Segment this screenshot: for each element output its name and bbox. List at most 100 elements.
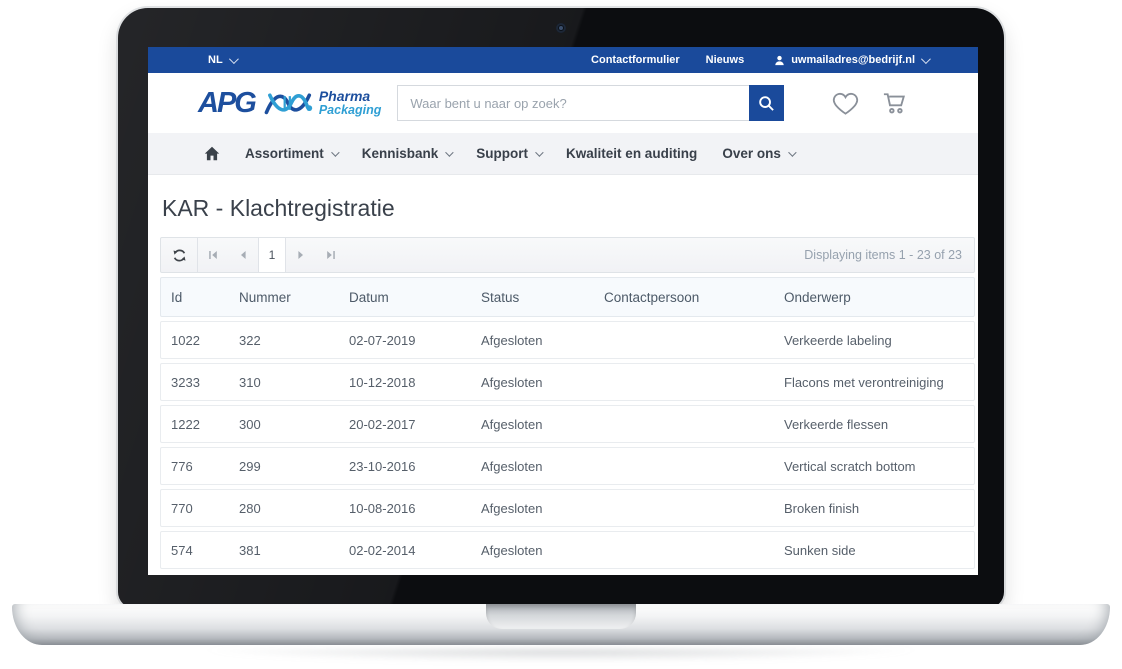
prev-page-button[interactable] xyxy=(228,238,258,272)
cell-status: Afgesloten xyxy=(481,459,604,474)
column-header-id[interactable]: Id xyxy=(171,290,239,305)
nav-item-kennisbank[interactable]: Kennisbank xyxy=(362,146,452,161)
nav-label: Assortiment xyxy=(245,146,324,161)
table-row[interactable]: 770 280 10-08-2016 Afgesloten Broken fin… xyxy=(160,489,975,527)
table-row[interactable]: 3233 310 10-12-2018 Afgesloten Flacons m… xyxy=(160,363,975,401)
cell-datum: 10-12-2018 xyxy=(349,375,481,390)
wishlist-button[interactable] xyxy=(832,91,859,116)
cell-id: 574 xyxy=(171,543,239,558)
chevron-down-icon xyxy=(921,54,931,64)
logo-line1: Pharma xyxy=(319,89,382,104)
search-icon xyxy=(758,95,775,112)
column-header-contactpersoon[interactable]: Contactpersoon xyxy=(604,290,784,305)
search-input[interactable] xyxy=(397,85,749,121)
page-number-input[interactable] xyxy=(260,248,284,262)
column-header-datum[interactable]: Datum xyxy=(349,290,481,305)
first-page-icon xyxy=(207,249,219,261)
cell-datum: 23-10-2016 xyxy=(349,459,481,474)
next-page-icon xyxy=(295,249,307,261)
chevron-down-icon xyxy=(229,54,239,64)
page-title: KAR - Klachtregistratie xyxy=(162,195,975,222)
table-row[interactable]: 1222 300 20-02-2017 Afgesloten Verkeerde… xyxy=(160,405,975,443)
page-number-box xyxy=(258,238,286,272)
cell-status: Afgesloten xyxy=(481,543,604,558)
home-icon xyxy=(204,146,220,161)
dna-logo-icon xyxy=(261,85,313,121)
cell-onderwerp: Vertical scratch bottom xyxy=(784,459,974,474)
refresh-icon xyxy=(172,248,187,263)
nav-label: Kwaliteit en auditing xyxy=(566,146,697,161)
column-header-nummer[interactable]: Nummer xyxy=(239,290,349,305)
cart-button[interactable] xyxy=(881,90,909,116)
account-menu[interactable]: uwmailadres@bedrijf.nl xyxy=(774,54,928,66)
chevron-down-icon xyxy=(535,148,543,156)
page-content: KAR - Klachtregistratie xyxy=(148,195,978,569)
table-row[interactable]: 1022 322 02-07-2019 Afgesloten Verkeerde… xyxy=(160,321,975,359)
cell-nummer: 381 xyxy=(239,543,349,558)
prev-page-icon xyxy=(237,249,249,261)
cell-datum: 20-02-2017 xyxy=(349,417,481,432)
search-button[interactable] xyxy=(749,85,784,121)
pager-status: Displaying items 1 - 23 of 23 xyxy=(804,248,974,262)
nav-label: Support xyxy=(476,146,528,161)
cell-status: Afgesloten xyxy=(481,417,604,432)
account-email: uwmailadres@bedrijf.nl xyxy=(791,54,915,66)
cell-status: Afgesloten xyxy=(481,333,604,348)
table-row[interactable]: 776 299 23-10-2016 Afgesloten Vertical s… xyxy=(160,447,975,485)
cell-status: Afgesloten xyxy=(481,375,604,390)
chevron-down-icon xyxy=(445,148,453,156)
last-page-button[interactable] xyxy=(316,238,346,272)
browser-viewport: NL Contactformulier Nieuws uwmailadres@b… xyxy=(148,47,978,575)
site-header: APG Pharma Packaging xyxy=(148,73,978,133)
cell-id: 770 xyxy=(171,501,239,516)
first-page-button[interactable] xyxy=(198,238,228,272)
cell-nummer: 322 xyxy=(239,333,349,348)
news-link[interactable]: Nieuws xyxy=(706,54,745,66)
refresh-button[interactable] xyxy=(161,238,197,272)
cell-datum: 02-02-2014 xyxy=(349,543,481,558)
cell-status: Afgesloten xyxy=(481,501,604,516)
nav-home[interactable] xyxy=(204,146,220,161)
cell-onderwerp: Verkeerde flessen xyxy=(784,417,974,432)
cell-datum: 10-08-2016 xyxy=(349,501,481,516)
cell-nummer: 280 xyxy=(239,501,349,516)
nav-item-assortiment[interactable]: Assortiment xyxy=(245,146,337,161)
site-search xyxy=(397,85,784,121)
cell-onderwerp: Verkeerde labeling xyxy=(784,333,974,348)
contact-form-link[interactable]: Contactformulier xyxy=(591,54,680,66)
logo-abbr: APG xyxy=(198,89,255,118)
cell-nummer: 300 xyxy=(239,417,349,432)
cell-id: 1022 xyxy=(171,333,239,348)
nav-item-support[interactable]: Support xyxy=(476,146,541,161)
webcam xyxy=(556,23,566,33)
nav-label: Kennisbank xyxy=(362,146,439,161)
next-page-button[interactable] xyxy=(286,238,316,272)
table-row[interactable]: 574 381 02-02-2014 Afgesloten Sunken sid… xyxy=(160,531,975,569)
cell-onderwerp: Broken finish xyxy=(784,501,974,516)
chevron-down-icon xyxy=(331,148,339,156)
nav-label: Over ons xyxy=(722,146,781,161)
nav-item-over-ons[interactable]: Over ons xyxy=(722,146,794,161)
table-header-row: Id Nummer Datum Status Contactpersoon On… xyxy=(160,277,975,317)
cell-id: 776 xyxy=(171,459,239,474)
nav-item-kwaliteit-en-auditing[interactable]: Kwaliteit en auditing xyxy=(566,146,697,161)
site-logo[interactable]: APG Pharma Packaging xyxy=(198,85,381,121)
laptop-mockup: NL Contactformulier Nieuws uwmailadres@b… xyxy=(0,0,1122,669)
laptop-lid-notch xyxy=(486,604,636,629)
cell-nummer: 310 xyxy=(239,375,349,390)
column-header-status[interactable]: Status xyxy=(481,290,604,305)
heart-icon xyxy=(832,91,859,116)
language-selector[interactable]: NL xyxy=(208,54,236,66)
language-label: NL xyxy=(208,54,223,66)
cell-nummer: 299 xyxy=(239,459,349,474)
column-header-onderwerp[interactable]: Onderwerp xyxy=(784,290,974,305)
laptop-reflection xyxy=(60,649,1062,667)
cell-id: 3233 xyxy=(171,375,239,390)
cell-datum: 02-07-2019 xyxy=(349,333,481,348)
logo-line2: Packaging xyxy=(319,104,382,117)
cart-icon xyxy=(881,90,909,116)
cell-id: 1222 xyxy=(171,417,239,432)
main-nav: Assortiment Kennisbank Support Kwaliteit… xyxy=(148,133,978,175)
logo-text: Pharma Packaging xyxy=(319,89,382,117)
grid-toolbar: Displaying items 1 - 23 of 23 xyxy=(160,237,975,273)
